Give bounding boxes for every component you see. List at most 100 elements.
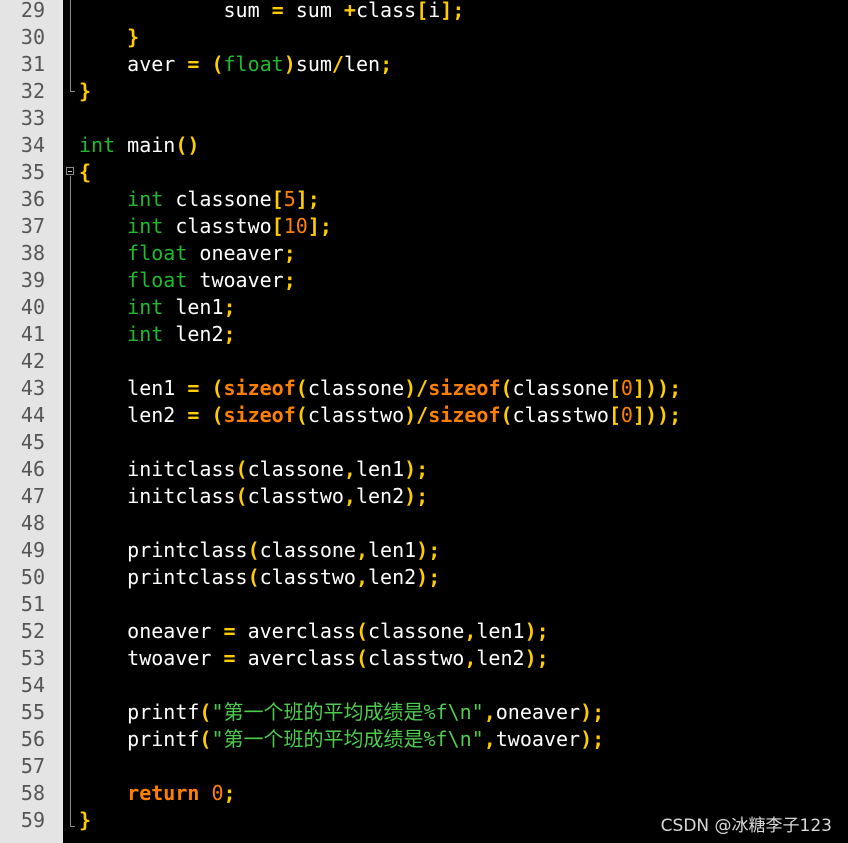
line-number: 29 bbox=[20, 0, 45, 22]
line-number: 35 bbox=[20, 160, 45, 184]
line-number: 34 bbox=[20, 133, 45, 157]
code-token: oneaver bbox=[495, 700, 581, 724]
line-number: 58 bbox=[20, 781, 45, 805]
code-token: classone bbox=[512, 376, 609, 400]
code-text: aver = (float)sum/len; bbox=[79, 51, 392, 78]
code-token: sizeof bbox=[428, 376, 501, 400]
code-line[interactable]: 56 printf("第一个班的平均成绩是%f\n",twoaver); bbox=[0, 726, 848, 753]
code-text: twoaver = averclass(classtwo,len2); bbox=[79, 645, 549, 672]
code-line[interactable]: 34 int main() bbox=[0, 132, 848, 159]
code-token: len2 bbox=[355, 484, 405, 508]
line-number: 36 bbox=[20, 187, 45, 211]
code-token: [ bbox=[608, 376, 621, 400]
line-number: 41 bbox=[20, 322, 45, 346]
code-token: "第一个班的平均成绩是%f\n" bbox=[211, 700, 484, 724]
code-token: ; bbox=[223, 781, 236, 805]
line-number: 45 bbox=[20, 430, 45, 454]
code-token: = bbox=[187, 376, 200, 400]
code-token: len1 bbox=[355, 457, 405, 481]
code-line[interactable]: 48 bbox=[0, 510, 848, 537]
line-number: 32 bbox=[20, 79, 45, 103]
code-token: )/ bbox=[404, 376, 429, 400]
line-number: 54 bbox=[20, 673, 45, 697]
code-line[interactable]: 36 int classone[5]; bbox=[0, 186, 848, 213]
code-token: oneaver bbox=[79, 619, 224, 643]
code-line[interactable]: 29 sum = sum +class[i]; bbox=[0, 0, 848, 24]
code-editor[interactable]: 29 sum = sum +class[i]; 30 } 31 aver = (fl… bbox=[0, 0, 848, 843]
code-line[interactable]: 35 { bbox=[0, 159, 848, 186]
line-number: 37 bbox=[20, 214, 45, 238]
code-line[interactable]: 32} bbox=[0, 78, 848, 105]
code-token: float bbox=[127, 268, 188, 292]
code-text: initclass(classone,len1); bbox=[79, 456, 428, 483]
code-text: } bbox=[79, 807, 91, 834]
code-token: , bbox=[355, 565, 368, 589]
code-line[interactable]: 42 bbox=[0, 348, 848, 375]
code-token: ( bbox=[500, 403, 513, 427]
code-line[interactable]: 57 bbox=[0, 753, 848, 780]
line-number: 49 bbox=[20, 538, 45, 562]
code-line[interactable]: 30 } bbox=[0, 24, 848, 51]
code-line[interactable]: 58 return 0; bbox=[0, 780, 848, 807]
code-token: [ bbox=[416, 0, 429, 22]
code-token: ); bbox=[416, 565, 441, 589]
code-text: len1 = (sizeof(classone)/sizeof(classone… bbox=[79, 375, 681, 402]
code-token: ( bbox=[199, 700, 212, 724]
code-line[interactable]: 31 aver = (float)sum/len; bbox=[0, 51, 848, 78]
code-token: () bbox=[175, 133, 200, 157]
code-token: 10 bbox=[283, 214, 308, 238]
code-token: ( bbox=[295, 376, 308, 400]
code-token: len2 bbox=[163, 322, 224, 346]
code-token: sizeof bbox=[428, 403, 501, 427]
code-line[interactable]: 43 len1 = (sizeof(classone)/sizeof(class… bbox=[0, 375, 848, 402]
code-token: classtwo bbox=[259, 565, 356, 589]
code-line[interactable]: 54 bbox=[0, 672, 848, 699]
code-line[interactable]: 52 oneaver = averclass(classone,len1); bbox=[0, 618, 848, 645]
line-number: 42 bbox=[20, 349, 45, 373]
code-token: int bbox=[79, 133, 116, 157]
code-line[interactable]: 45 bbox=[0, 429, 848, 456]
code-token: int bbox=[127, 295, 164, 319]
line-number: 47 bbox=[20, 484, 45, 508]
code-line[interactable]: 41 int len2; bbox=[0, 321, 848, 348]
code-line[interactable]: 40 int len1; bbox=[0, 294, 848, 321]
line-number: 39 bbox=[20, 268, 45, 292]
code-line[interactable]: 39 float twoaver; bbox=[0, 267, 848, 294]
code-line[interactable]: 44 len2 = (sizeof(classtwo)/sizeof(class… bbox=[0, 402, 848, 429]
code-token: ( bbox=[211, 52, 224, 76]
code-token: printf bbox=[79, 727, 200, 751]
code-token: classone bbox=[259, 538, 356, 562]
code-text: } bbox=[79, 24, 139, 51]
code-line[interactable]: 33 bbox=[0, 105, 848, 132]
code-token: ); bbox=[524, 646, 549, 670]
line-number: 53 bbox=[20, 646, 45, 670]
code-token: len1 bbox=[368, 538, 417, 562]
code-text: int classtwo[10]; bbox=[79, 213, 332, 240]
code-line[interactable]: 37 int classtwo[10]; bbox=[0, 213, 848, 240]
code-line[interactable]: 50 printclass(classtwo,len2); bbox=[0, 564, 848, 591]
code-line[interactable]: 53 twoaver = averclass(classtwo,len2); bbox=[0, 645, 848, 672]
code-line[interactable]: 46 initclass(classone,len1); bbox=[0, 456, 848, 483]
code-text: } bbox=[79, 78, 91, 105]
code-token: sizeof bbox=[223, 376, 296, 400]
code-lines[interactable]: 29 sum = sum +class[i]; 30 } 31 aver = (fl… bbox=[0, 0, 848, 834]
code-line[interactable]: 49 printclass(classone,len1); bbox=[0, 537, 848, 564]
code-line[interactable]: 51 bbox=[0, 591, 848, 618]
code-token: = bbox=[271, 0, 284, 22]
code-token: i bbox=[428, 0, 441, 22]
code-token: , bbox=[355, 538, 368, 562]
code-token: twoaver bbox=[495, 727, 581, 751]
code-line[interactable]: 55 printf("第一个班的平均成绩是%f\n",oneaver); bbox=[0, 699, 848, 726]
code-line[interactable]: 47 initclass(classtwo,len2); bbox=[0, 483, 848, 510]
line-number: 43 bbox=[20, 376, 45, 400]
code-text: printf("第一个班的平均成绩是%f\n",twoaver); bbox=[79, 726, 604, 753]
code-token: ])); bbox=[632, 403, 682, 427]
line-number: 33 bbox=[20, 106, 45, 130]
code-line[interactable]: 38 float oneaver; bbox=[0, 240, 848, 267]
